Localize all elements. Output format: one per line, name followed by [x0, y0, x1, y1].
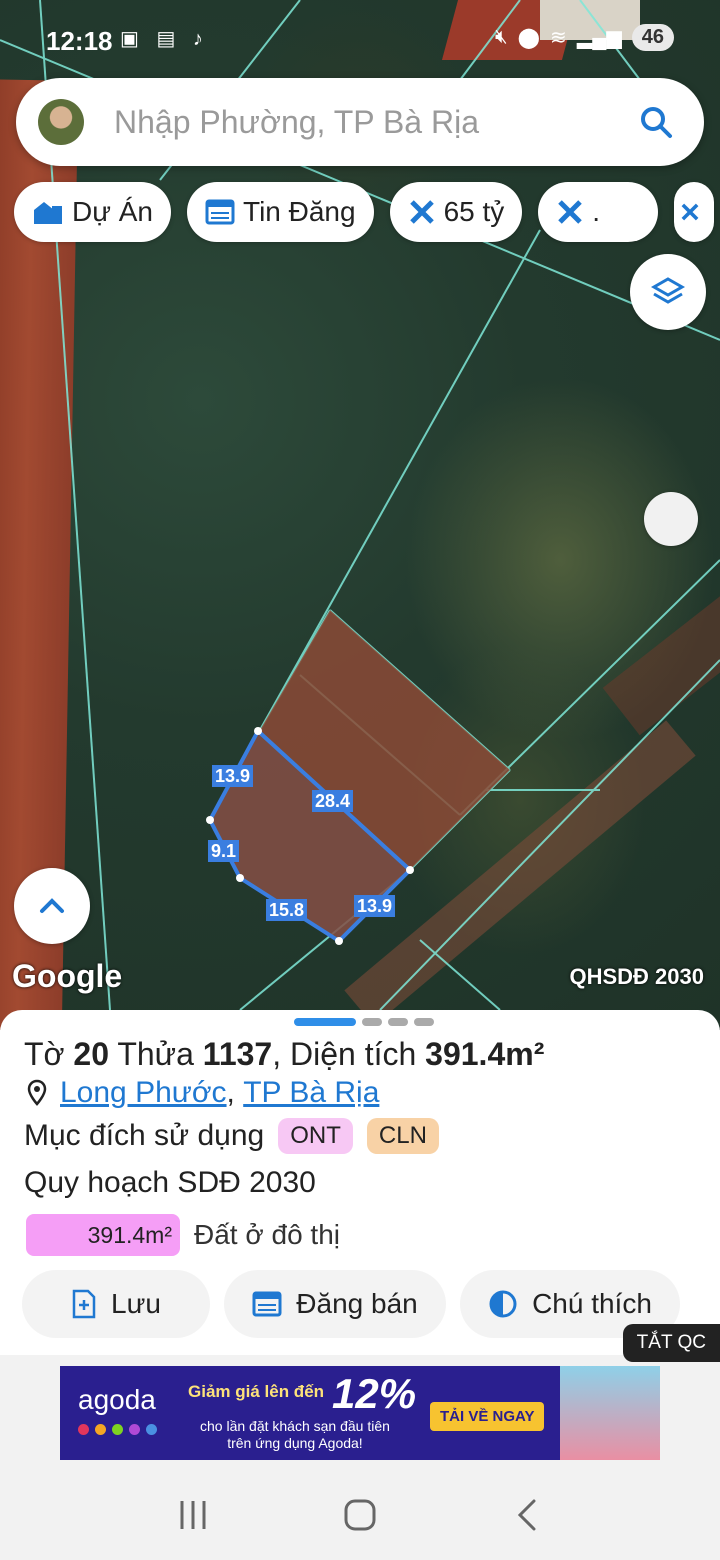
city-link[interactable]: TP Bà Rịa — [243, 1076, 379, 1110]
ad-headline: Giảm giá lên đến — [188, 1382, 325, 1401]
search-icon[interactable] — [626, 92, 686, 152]
contrast-icon — [489, 1290, 517, 1318]
expand-button[interactable] — [14, 868, 90, 944]
save-button[interactable]: Lưu — [22, 1270, 210, 1338]
battery-indicator: 46 — [631, 24, 674, 51]
filter-chips: Dự Án Tin Đăng 65 tỷ . — [14, 182, 720, 242]
add-file-icon — [72, 1289, 96, 1319]
edge-length-label: 28.4 — [312, 790, 354, 812]
edge-length-label: 13.9 — [212, 765, 254, 787]
status-bar: 12:18 ▣ ▤ ♪ 🔇︎ ⬤ ≋ ▂▄▆ 46 — [0, 0, 720, 76]
chip-price[interactable]: 65 tỷ — [389, 182, 523, 242]
chip-area[interactable]: . — [538, 182, 659, 242]
parcel-location: Long Phước, TP Bà Rịa — [24, 1076, 379, 1110]
chip-label: Tin Đăng — [243, 196, 356, 227]
ad-percent: 12% — [332, 1370, 417, 1417]
layers-button[interactable] — [630, 254, 706, 330]
chip-tin-dang[interactable]: Tin Đăng — [187, 182, 374, 242]
post-sale-button[interactable]: Đăng bán — [224, 1270, 446, 1338]
layer-label: QHSDĐ 2030 — [569, 964, 704, 989]
edge-length-label: 13.9 — [354, 895, 396, 917]
building-icon — [34, 202, 62, 224]
home-button[interactable] — [330, 1485, 390, 1545]
plan-area-value: 391.4m² — [26, 1214, 180, 1256]
recent-apps-button[interactable] — [163, 1485, 223, 1545]
home-icon — [344, 1499, 376, 1531]
listing-icon — [205, 199, 235, 225]
plan-area-desc: Đất ở đô thị — [194, 1219, 340, 1250]
action-buttons: Lưu Đăng bán Chú thích — [22, 1270, 680, 1338]
ward-link[interactable]: Long Phước — [60, 1076, 227, 1110]
ruler-cross-icon — [558, 200, 583, 224]
chip-label: Dự Án — [72, 196, 153, 227]
mute-icon: 🔇︎ — [495, 26, 508, 48]
chip-label: 65 tỷ — [443, 196, 505, 227]
recents-icon — [180, 1501, 206, 1529]
close-ad-button[interactable]: TẮT QC — [622, 1324, 720, 1362]
wifi-icon: ≋ — [550, 27, 567, 49]
land-purpose: Mục đích sử dụng ONT CLN — [24, 1118, 439, 1154]
plan-label: Quy hoạch SDĐ 2030 — [24, 1166, 316, 1199]
page-indicator — [294, 1018, 434, 1026]
edge-length-label: 15.8 — [266, 899, 308, 921]
plan-area-row: 391.4m² Đất ở đô thị — [26, 1214, 340, 1256]
ad-banner[interactable]: agoda Giảm giá lên đến 12% cho lần đặt k… — [60, 1366, 660, 1460]
back-icon — [517, 1499, 536, 1531]
status-time: 12:18 — [46, 26, 113, 56]
google-logo: Google — [12, 958, 123, 994]
status-right: 🔇︎ ⬤ ≋ ▂▄▆ 46 — [495, 24, 674, 51]
satellite-map[interactable]: 13.9 28.4 9.1 15.8 13.9 12:18 ▣ ▤ ♪ 🔇︎ ⬤… — [0, 0, 720, 1030]
ad-subtext: cho lần đặt khách sạn đầu tiên trên ứng … — [200, 1418, 390, 1451]
ruler-cross-icon — [681, 203, 699, 221]
location-icon: ⬤ — [517, 27, 541, 49]
ad-cta-button[interactable]: TẢI VỀ NGAY — [430, 1402, 545, 1431]
notification-icons: ▣ ▤ ♪ — [120, 28, 209, 50]
back-button[interactable] — [497, 1485, 557, 1545]
parcel-title: Tờ 20 Thửa 1137, Diện tích 391.4m² — [24, 1036, 545, 1072]
avatar[interactable] — [38, 99, 84, 145]
layers-icon — [650, 277, 686, 304]
ad-brand-dots — [78, 1424, 157, 1435]
chip-more[interactable] — [674, 182, 715, 242]
compass-button[interactable] — [644, 492, 698, 546]
purpose-tag-cln[interactable]: CLN — [366, 1118, 439, 1154]
edge-length-label: 9.1 — [208, 840, 240, 862]
pin-icon — [27, 1079, 47, 1106]
ad-image — [560, 1366, 660, 1460]
chip-du-an[interactable]: Dự Án — [14, 182, 171, 242]
chevron-up-icon — [40, 898, 64, 913]
ruler-cross-icon — [409, 200, 434, 224]
signal-icon: ▂▄▆ — [576, 27, 622, 49]
search-bar[interactable]: Nhập Phường, TP Bà Rịa — [16, 78, 704, 166]
listing-icon — [252, 1291, 282, 1317]
purpose-tag-ont[interactable]: ONT — [278, 1118, 353, 1154]
parcel-info-sheet[interactable]: Tờ 20 Thửa 1137, Diện tích 391.4m² Long … — [0, 1010, 720, 1355]
chip-label: . — [592, 196, 601, 227]
search-input[interactable]: Nhập Phường, TP Bà Rịa — [114, 104, 626, 141]
ad-brand: agoda — [78, 1384, 156, 1415]
system-nav-bar — [0, 1470, 720, 1560]
